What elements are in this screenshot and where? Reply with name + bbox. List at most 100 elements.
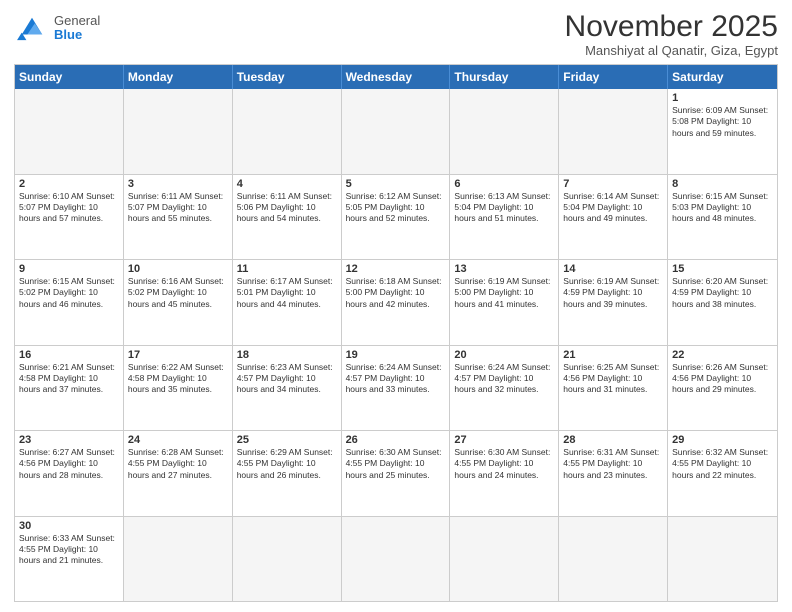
cell-info: Sunrise: 6:15 AM Sunset: 5:02 PM Dayligh… (19, 276, 119, 310)
day-number: 1 (672, 92, 773, 104)
header-tuesday: Tuesday (233, 65, 342, 89)
cell-info: Sunrise: 6:24 AM Sunset: 4:57 PM Dayligh… (346, 362, 446, 396)
cell-info: Sunrise: 6:24 AM Sunset: 4:57 PM Dayligh… (454, 362, 554, 396)
calendar-cell: 17Sunrise: 6:22 AM Sunset: 4:58 PM Dayli… (124, 346, 233, 431)
cell-info: Sunrise: 6:19 AM Sunset: 5:00 PM Dayligh… (454, 276, 554, 310)
calendar-cell: 23Sunrise: 6:27 AM Sunset: 4:56 PM Dayli… (15, 431, 124, 516)
calendar-cell: 18Sunrise: 6:23 AM Sunset: 4:57 PM Dayli… (233, 346, 342, 431)
cell-info: Sunrise: 6:21 AM Sunset: 4:58 PM Dayligh… (19, 362, 119, 396)
cell-info: Sunrise: 6:10 AM Sunset: 5:07 PM Dayligh… (19, 191, 119, 225)
day-number: 11 (237, 263, 337, 275)
day-number: 17 (128, 349, 228, 361)
calendar-cell (124, 517, 233, 602)
day-number: 26 (346, 434, 446, 446)
day-number: 10 (128, 263, 228, 275)
calendar-cell (450, 517, 559, 602)
calendar-cell: 24Sunrise: 6:28 AM Sunset: 4:55 PM Dayli… (124, 431, 233, 516)
cell-info: Sunrise: 6:30 AM Sunset: 4:55 PM Dayligh… (346, 447, 446, 481)
calendar-cell: 26Sunrise: 6:30 AM Sunset: 4:55 PM Dayli… (342, 431, 451, 516)
calendar-cell (233, 89, 342, 174)
calendar: Sunday Monday Tuesday Wednesday Thursday… (14, 64, 778, 602)
day-number: 20 (454, 349, 554, 361)
cell-info: Sunrise: 6:11 AM Sunset: 5:07 PM Dayligh… (128, 191, 228, 225)
cell-info: Sunrise: 6:11 AM Sunset: 5:06 PM Dayligh… (237, 191, 337, 225)
cell-info: Sunrise: 6:29 AM Sunset: 4:55 PM Dayligh… (237, 447, 337, 481)
calendar-cell: 15Sunrise: 6:20 AM Sunset: 4:59 PM Dayli… (668, 260, 777, 345)
logo-blue: Blue (54, 28, 100, 42)
cell-info: Sunrise: 6:27 AM Sunset: 4:56 PM Dayligh… (19, 447, 119, 481)
day-number: 7 (563, 178, 663, 190)
location: Manshiyat al Qanatir, Giza, Egypt (565, 43, 778, 58)
cell-info: Sunrise: 6:28 AM Sunset: 4:55 PM Dayligh… (128, 447, 228, 481)
calendar-row-5: 23Sunrise: 6:27 AM Sunset: 4:56 PM Dayli… (15, 431, 777, 517)
cell-info: Sunrise: 6:15 AM Sunset: 5:03 PM Dayligh… (672, 191, 773, 225)
day-number: 14 (563, 263, 663, 275)
calendar-cell: 16Sunrise: 6:21 AM Sunset: 4:58 PM Dayli… (15, 346, 124, 431)
cell-info: Sunrise: 6:19 AM Sunset: 4:59 PM Dayligh… (563, 276, 663, 310)
cell-info: Sunrise: 6:23 AM Sunset: 4:57 PM Dayligh… (237, 362, 337, 396)
calendar-cell: 2Sunrise: 6:10 AM Sunset: 5:07 PM Daylig… (15, 175, 124, 260)
calendar-cell: 7Sunrise: 6:14 AM Sunset: 5:04 PM Daylig… (559, 175, 668, 260)
header-monday: Monday (124, 65, 233, 89)
calendar-cell: 14Sunrise: 6:19 AM Sunset: 4:59 PM Dayli… (559, 260, 668, 345)
logo-icon (14, 14, 50, 42)
logo-text: General Blue (54, 14, 100, 43)
page: General Blue November 2025 Manshiyat al … (0, 0, 792, 612)
cell-info: Sunrise: 6:09 AM Sunset: 5:08 PM Dayligh… (672, 105, 773, 139)
cell-info: Sunrise: 6:20 AM Sunset: 4:59 PM Dayligh… (672, 276, 773, 310)
day-number: 23 (19, 434, 119, 446)
calendar-cell: 21Sunrise: 6:25 AM Sunset: 4:56 PM Dayli… (559, 346, 668, 431)
calendar-cell (233, 517, 342, 602)
cell-info: Sunrise: 6:18 AM Sunset: 5:00 PM Dayligh… (346, 276, 446, 310)
day-number: 5 (346, 178, 446, 190)
header-thursday: Thursday (450, 65, 559, 89)
calendar-cell: 22Sunrise: 6:26 AM Sunset: 4:56 PM Dayli… (668, 346, 777, 431)
day-number: 9 (19, 263, 119, 275)
calendar-cell (559, 517, 668, 602)
calendar-cell (15, 89, 124, 174)
calendar-row-3: 9Sunrise: 6:15 AM Sunset: 5:02 PM Daylig… (15, 260, 777, 346)
cell-info: Sunrise: 6:31 AM Sunset: 4:55 PM Dayligh… (563, 447, 663, 481)
day-number: 22 (672, 349, 773, 361)
cell-info: Sunrise: 6:33 AM Sunset: 4:55 PM Dayligh… (19, 533, 119, 567)
calendar-cell (342, 517, 451, 602)
day-number: 30 (19, 520, 119, 532)
header-wednesday: Wednesday (342, 65, 451, 89)
calendar-cell: 10Sunrise: 6:16 AM Sunset: 5:02 PM Dayli… (124, 260, 233, 345)
calendar-cell: 29Sunrise: 6:32 AM Sunset: 4:55 PM Dayli… (668, 431, 777, 516)
day-number: 25 (237, 434, 337, 446)
cell-info: Sunrise: 6:32 AM Sunset: 4:55 PM Dayligh… (672, 447, 773, 481)
day-number: 4 (237, 178, 337, 190)
header-saturday: Saturday (668, 65, 777, 89)
calendar-cell: 28Sunrise: 6:31 AM Sunset: 4:55 PM Dayli… (559, 431, 668, 516)
day-number: 28 (563, 434, 663, 446)
cell-info: Sunrise: 6:25 AM Sunset: 4:56 PM Dayligh… (563, 362, 663, 396)
calendar-cell: 13Sunrise: 6:19 AM Sunset: 5:00 PM Dayli… (450, 260, 559, 345)
calendar-cell (124, 89, 233, 174)
title-block: November 2025 Manshiyat al Qanatir, Giza… (565, 10, 778, 58)
cell-info: Sunrise: 6:17 AM Sunset: 5:01 PM Dayligh… (237, 276, 337, 310)
calendar-cell (342, 89, 451, 174)
day-number: 15 (672, 263, 773, 275)
logo-general: General (54, 14, 100, 28)
day-number: 3 (128, 178, 228, 190)
calendar-cell (450, 89, 559, 174)
day-number: 29 (672, 434, 773, 446)
cell-info: Sunrise: 6:12 AM Sunset: 5:05 PM Dayligh… (346, 191, 446, 225)
logo: General Blue (14, 14, 100, 43)
header-sunday: Sunday (15, 65, 124, 89)
cell-info: Sunrise: 6:26 AM Sunset: 4:56 PM Dayligh… (672, 362, 773, 396)
day-number: 21 (563, 349, 663, 361)
cell-info: Sunrise: 6:13 AM Sunset: 5:04 PM Dayligh… (454, 191, 554, 225)
calendar-cell (559, 89, 668, 174)
month-title: November 2025 (565, 10, 778, 43)
calendar-cell: 6Sunrise: 6:13 AM Sunset: 5:04 PM Daylig… (450, 175, 559, 260)
calendar-body: 1Sunrise: 6:09 AM Sunset: 5:08 PM Daylig… (15, 89, 777, 601)
calendar-cell: 9Sunrise: 6:15 AM Sunset: 5:02 PM Daylig… (15, 260, 124, 345)
calendar-cell: 3Sunrise: 6:11 AM Sunset: 5:07 PM Daylig… (124, 175, 233, 260)
cell-info: Sunrise: 6:16 AM Sunset: 5:02 PM Dayligh… (128, 276, 228, 310)
day-number: 6 (454, 178, 554, 190)
calendar-cell: 11Sunrise: 6:17 AM Sunset: 5:01 PM Dayli… (233, 260, 342, 345)
cell-info: Sunrise: 6:22 AM Sunset: 4:58 PM Dayligh… (128, 362, 228, 396)
day-number: 12 (346, 263, 446, 275)
